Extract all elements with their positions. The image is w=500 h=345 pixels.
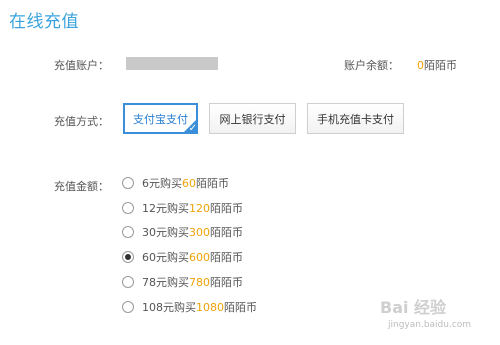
radio-button-checked[interactable] [122,251,134,263]
amount-option-108[interactable]: 108元购买 1080 陌陌币 [122,299,257,315]
method-label: 充值方式： [54,115,109,128]
amount-option-suffix: 陌陌币 [210,226,243,239]
amount-option-coins: 600 [189,250,210,264]
amount-option-coins: 300 [189,225,210,239]
amount-option-60[interactable]: 60元购买 600 陌陌币 [122,249,243,265]
amount-option-coins: 780 [189,275,210,289]
method-phonecard-label: 手机充值卡支付 [317,112,394,126]
amount-option-suffix: 陌陌币 [210,251,243,264]
radio-button[interactable] [122,177,134,189]
amount-option-12[interactable]: 12元购买 120 陌陌币 [122,200,243,216]
radio-button[interactable] [122,301,134,313]
amount-option-suffix: 陌陌币 [224,301,257,314]
amount-option-78[interactable]: 78元购买 780 陌陌币 [122,274,243,290]
balance-label: 账户余额： [344,59,399,72]
amount-option-prefix: 30元购买 [142,226,189,239]
method-netbank-button[interactable]: 网上银行支付 [209,103,296,134]
method-phonecard-button[interactable]: 手机充值卡支付 [307,103,404,134]
amount-option-coins: 1080 [196,300,224,314]
amount-option-prefix: 12元购买 [142,202,189,215]
balance-value: 0陌陌币 [417,57,457,73]
amount-option-suffix: 陌陌币 [210,276,243,289]
amount-option-prefix: 78元购买 [142,276,189,289]
radio-button[interactable] [122,202,134,214]
amount-label: 充值金额： [54,180,109,193]
amount-option-30[interactable]: 30元购买 300 陌陌币 [122,224,243,240]
page-title: 在线充值 [9,12,79,32]
method-alipay-label: 支付宝支付 [133,112,188,126]
account-label: 充值账户： [54,59,109,72]
amount-option-prefix: 6元购买 [142,177,182,190]
watermark-url: jingyan.baidu.com [388,320,472,330]
balance-unit: 陌陌币 [424,59,457,72]
selected-check-icon: ✓ [182,118,198,134]
amount-option-coins: 60 [182,176,196,190]
method-netbank-label: 网上银行支付 [219,112,286,126]
amount-option-coins: 120 [189,201,210,215]
account-value-masked [126,57,218,70]
amount-option-prefix: 108元购买 [142,301,196,314]
baidu-jingyan-watermark: Bai 经验 jingyan.baidu.com [380,290,495,338]
amount-option-6[interactable]: 6元购买 60 陌陌币 [122,175,229,191]
watermark-logo: Bai 经验 [380,298,447,317]
method-alipay-button[interactable]: 支付宝支付 ✓ [123,103,198,134]
radio-button[interactable] [122,276,134,288]
amount-option-suffix: 陌陌币 [210,202,243,215]
balance-amount: 0 [417,59,424,72]
amount-option-prefix: 60元购买 [142,251,189,264]
radio-button[interactable] [122,226,134,238]
amount-option-suffix: 陌陌币 [196,177,229,190]
